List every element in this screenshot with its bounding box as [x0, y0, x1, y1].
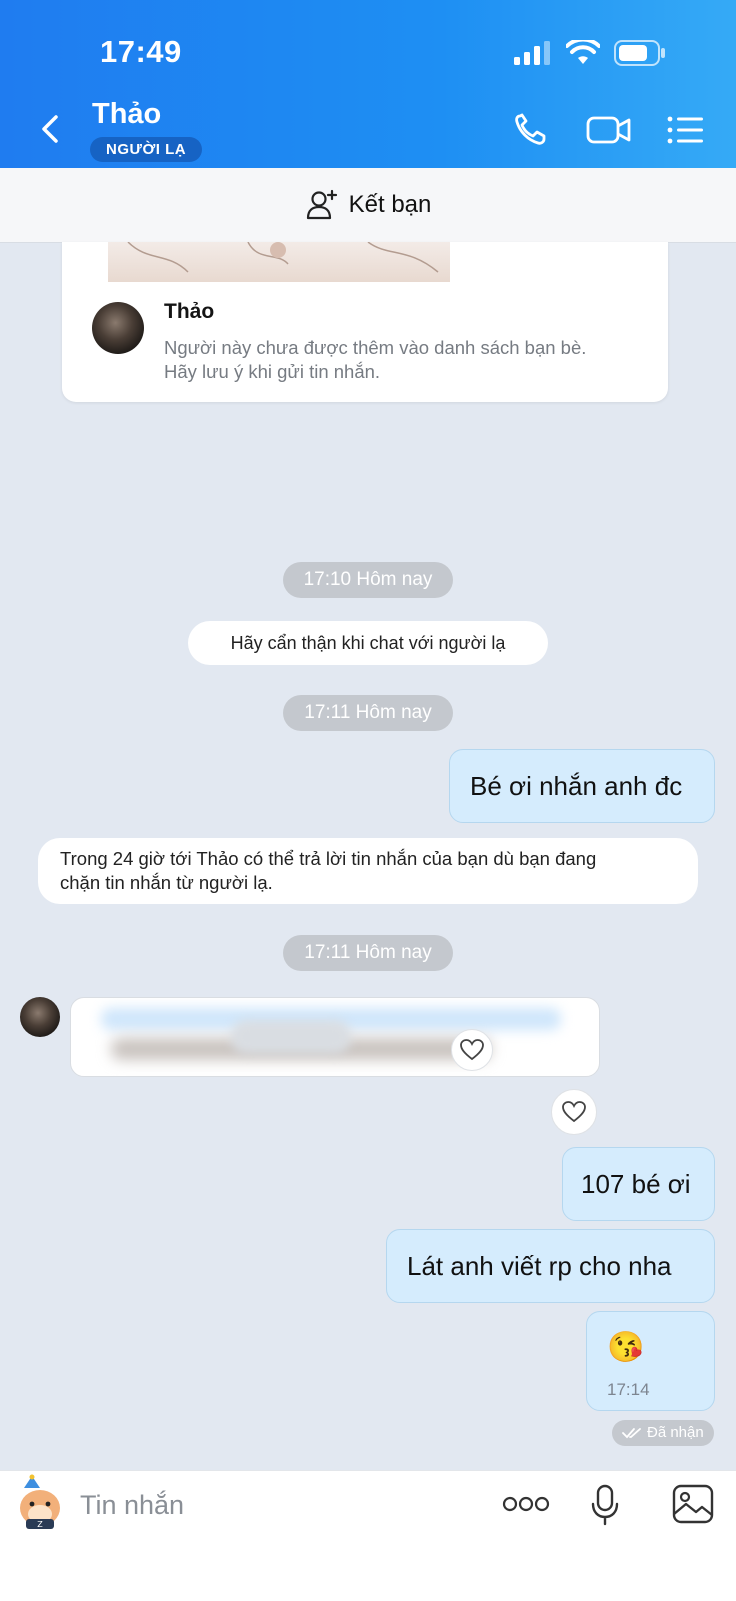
menu-icon[interactable]: [666, 112, 706, 148]
video-call-icon[interactable]: [586, 112, 632, 148]
contact-name[interactable]: Thảo: [92, 98, 161, 131]
back-icon[interactable]: [34, 112, 68, 146]
delivery-status-badge: Đã nhận: [612, 1420, 714, 1446]
stranger-badge: NGƯỜI LẠ: [90, 137, 203, 162]
wifi-icon: [566, 40, 600, 64]
profile-name: Thảo: [164, 300, 215, 323]
stranger-notice-line1: Người này chưa được thêm vào danh sách b…: [164, 337, 587, 358]
heart-icon[interactable]: [551, 1089, 597, 1135]
incoming-message-redacted[interactable]: [70, 997, 600, 1077]
more-icon[interactable]: [502, 1492, 550, 1516]
heart-icon[interactable]: [451, 1029, 493, 1071]
double-check-icon: [622, 1428, 641, 1439]
message-time: 17:14: [607, 1380, 650, 1399]
message-input[interactable]: Tin nhắn: [80, 1490, 184, 1521]
system-message: Hãy cẩn thận khi chat với người lạ: [188, 621, 548, 665]
time-pill: 17:11 Hôm nay: [283, 695, 453, 731]
microphone-icon[interactable]: [590, 1484, 620, 1526]
profile-cover-photo: [108, 242, 450, 282]
outgoing-message[interactable]: Bé ơi nhắn anh đc: [449, 749, 715, 823]
phone-icon[interactable]: [512, 112, 552, 148]
time-pill: 17:11 Hôm nay: [283, 935, 453, 971]
add-friend-bar[interactable]: Kết bạn: [0, 168, 736, 243]
kiss-emoji: 😘: [607, 1331, 645, 1364]
stranger-notice-line2: Hãy lưu ý khi gửi tin nhắn.: [164, 361, 381, 382]
image-icon[interactable]: [672, 1484, 714, 1524]
status-time: 17:49: [100, 34, 182, 69]
add-friend-icon: [306, 189, 337, 220]
sticker-icon[interactable]: Z: [14, 1474, 66, 1530]
status-icons: [514, 40, 666, 66]
outgoing-message[interactable]: 😘 17:14: [586, 1311, 715, 1411]
sender-avatar[interactable]: [20, 997, 60, 1037]
battery-icon: [614, 40, 665, 66]
avatar[interactable]: [92, 302, 144, 354]
signal-icon: [514, 41, 550, 65]
system-message-line2: chặn tin nhắn từ người lạ.: [60, 872, 273, 893]
outgoing-message[interactable]: Lát anh viết rp cho nha: [386, 1229, 715, 1303]
system-message-line1: Trong 24 giờ tới Thảo có thể trả lời tin…: [60, 848, 597, 869]
add-friend-label: Kết bạn: [348, 191, 432, 218]
delivery-status-label: Đã nhận: [647, 1424, 704, 1441]
outgoing-message[interactable]: 107 bé ơi: [562, 1147, 715, 1221]
svg-text:Z: Z: [37, 1520, 43, 1529]
time-pill: 17:10 Hôm nay: [283, 562, 453, 598]
stranger-notice: Người này chưa được thêm vào danh sách b…: [164, 336, 644, 384]
system-message: Trong 24 giờ tới Thảo có thể trả lời tin…: [38, 838, 698, 904]
